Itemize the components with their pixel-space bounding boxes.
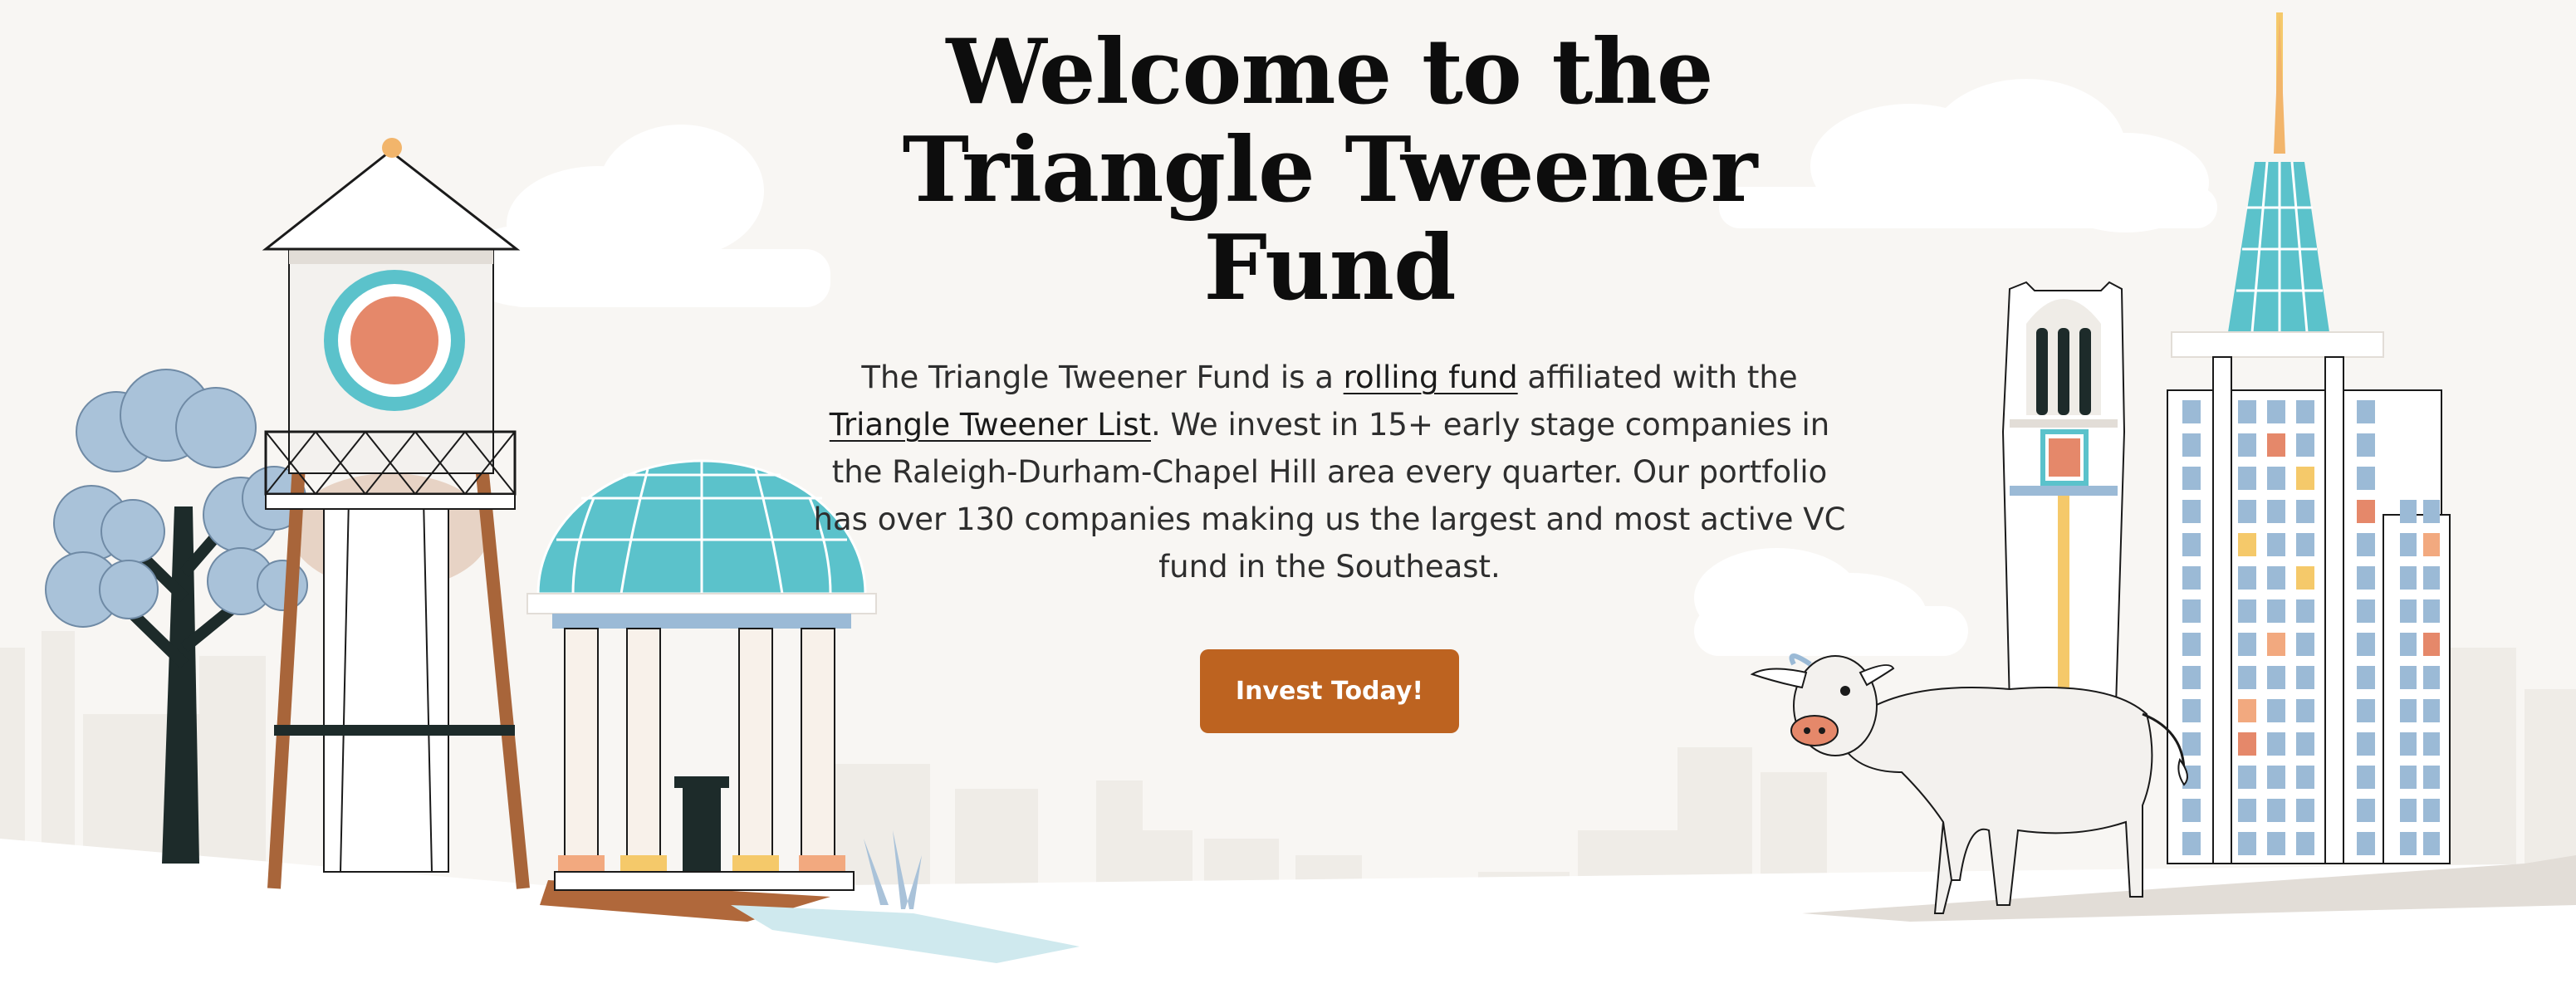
description-text-2: affiliated with the xyxy=(1517,360,1798,395)
skyscraper-illustration xyxy=(2167,12,2451,864)
hero-description: The Triangle Tweener Fund is a rolling f… xyxy=(811,354,1849,590)
hero-section: Welcome to the Triangle Tweener Fund The… xyxy=(790,23,1869,733)
triangle-tweener-list-link[interactable]: Triangle Tweener List xyxy=(830,407,1151,443)
water-tower-illustration xyxy=(262,138,530,889)
page-title: Welcome to the Triangle Tweener Fund xyxy=(790,23,1869,317)
cloud-left xyxy=(457,125,830,307)
title-line-1: Welcome to the xyxy=(946,20,1713,125)
description-text-1: The Triangle Tweener Fund is a xyxy=(861,360,1344,395)
invest-today-button[interactable]: Invest Today! xyxy=(1200,649,1459,733)
bell-tower-illustration xyxy=(2001,281,2126,707)
rolling-fund-link[interactable]: rolling fund xyxy=(1344,360,1518,395)
title-line-2: Triangle Tweener Fund xyxy=(902,118,1758,321)
